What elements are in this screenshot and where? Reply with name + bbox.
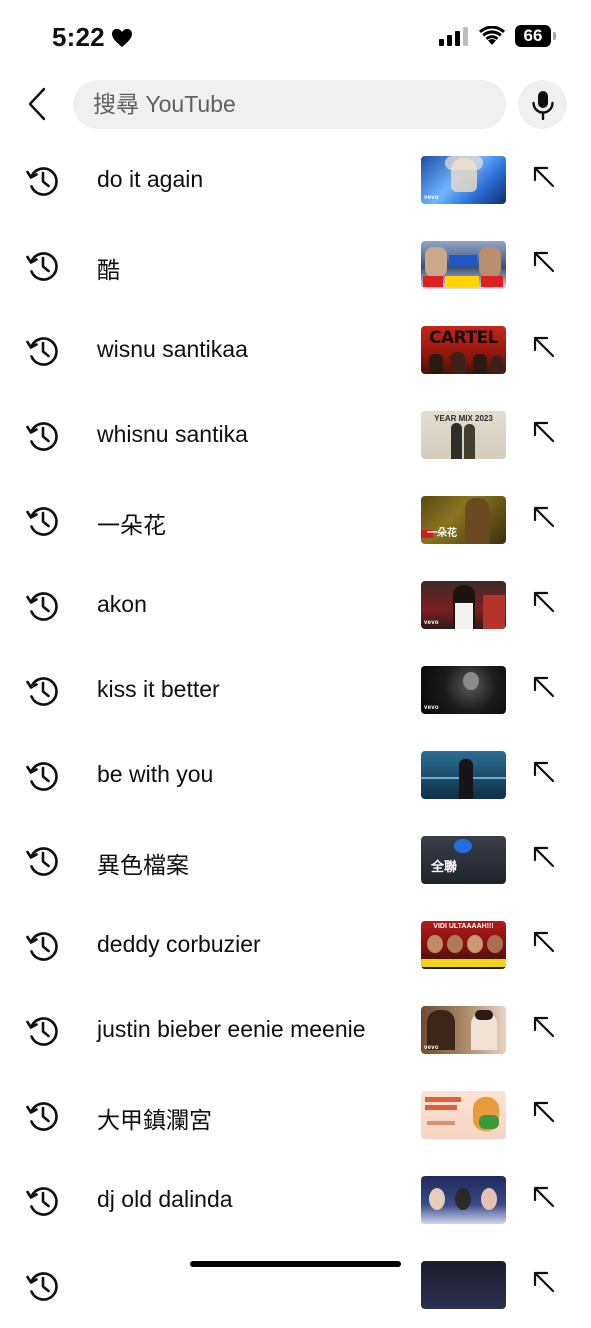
suggestion-text: 大甲鎮瀾宮 xyxy=(97,1107,212,1133)
suggestion-thumbnail xyxy=(421,1261,506,1309)
fill-query-arrow-icon[interactable] xyxy=(531,844,557,870)
fill-query-arrow-icon[interactable] xyxy=(531,504,557,530)
suggestion-thumbnail xyxy=(421,751,506,799)
history-icon xyxy=(26,337,58,366)
suggestion-row[interactable]: deddy corbuzier VIDI ULTAAAAH!!! xyxy=(0,903,591,988)
home-indicator[interactable] xyxy=(190,1261,401,1267)
fill-query-arrow-icon[interactable] xyxy=(531,1184,557,1210)
search-header xyxy=(0,76,591,134)
history-icon xyxy=(26,1187,58,1216)
suggestion-thumbnail: CARTEL xyxy=(421,326,506,374)
suggestion-text: 一朵花 xyxy=(97,512,166,538)
history-icon xyxy=(26,762,58,791)
back-button[interactable] xyxy=(22,84,52,124)
clock-text: 5:22 xyxy=(52,22,105,52)
suggestion-row[interactable]: 大甲鎮瀾宮 xyxy=(0,1073,591,1158)
suggestion-thumbnail xyxy=(421,241,506,289)
wifi-icon xyxy=(479,26,505,45)
thumbnail-label: vevo xyxy=(424,1045,439,1051)
suggestion-row[interactable]: justin bieber eenie meenie vevo xyxy=(0,988,591,1073)
status-time: 5:22 xyxy=(52,22,133,53)
suggestion-row[interactable]: akon vevo xyxy=(0,563,591,648)
suggestion-text: whisnu santika xyxy=(97,421,248,447)
search-input[interactable] xyxy=(91,90,495,119)
suggestion-thumbnail: vevo xyxy=(421,156,506,204)
suggestion-text: wisnu santikaa xyxy=(97,336,248,362)
fill-query-arrow-icon[interactable] xyxy=(531,674,557,700)
fill-query-arrow-icon[interactable] xyxy=(531,164,557,190)
fill-query-arrow-icon[interactable] xyxy=(531,759,557,785)
suggestion-text: deddy corbuzier xyxy=(97,931,261,957)
fill-query-arrow-icon[interactable] xyxy=(531,249,557,275)
suggestion-thumbnail: VIDI ULTAAAAH!!! xyxy=(421,921,506,969)
cellular-signal-icon xyxy=(439,27,468,46)
thumbnail-title: VIDI ULTAAAAH!!! xyxy=(433,923,494,930)
history-icon xyxy=(26,677,58,706)
fill-query-arrow-icon[interactable] xyxy=(531,1014,557,1040)
suggestion-text: kiss it better xyxy=(97,676,220,702)
suggestion-text: 異色檔案 xyxy=(97,852,189,878)
heart-icon xyxy=(111,28,132,47)
fill-query-arrow-icon[interactable] xyxy=(531,589,557,615)
battery-level: 66 xyxy=(523,26,543,45)
thumbnail-label: vevo xyxy=(424,705,439,711)
suggestion-row[interactable] xyxy=(0,1243,591,1328)
suggestion-row[interactable]: dj old dalinda xyxy=(0,1158,591,1243)
thumbnail-title: YEAR MIX 2023 xyxy=(434,414,493,423)
suggestion-row[interactable]: 酷 xyxy=(0,223,591,308)
battery-indicator: 66 xyxy=(515,25,556,47)
history-icon xyxy=(26,592,58,621)
search-box[interactable] xyxy=(73,80,506,129)
fill-query-arrow-icon[interactable] xyxy=(531,1099,557,1125)
thumbnail-title: CARTEL xyxy=(428,328,499,348)
suggestion-thumbnail xyxy=(421,1091,506,1139)
suggestion-row[interactable]: kiss it better vevo xyxy=(0,648,591,733)
suggestion-row[interactable]: 一朵花 一朵花 xyxy=(0,478,591,563)
history-icon xyxy=(26,252,58,281)
suggestion-text: be with you xyxy=(97,761,214,787)
suggestion-text: dj old dalinda xyxy=(97,1186,233,1212)
suggestion-row[interactable]: be with you xyxy=(0,733,591,818)
fill-query-arrow-icon[interactable] xyxy=(531,419,557,445)
suggestion-thumbnail: vevo xyxy=(421,581,506,629)
suggestion-thumbnail: 一朵花 xyxy=(421,496,506,544)
microphone-icon xyxy=(531,90,554,120)
history-icon xyxy=(26,847,58,876)
fill-query-arrow-icon[interactable] xyxy=(531,334,557,360)
history-icon xyxy=(26,167,58,196)
thumbnail-label: vevo xyxy=(424,620,439,626)
search-suggestions-list: do it again vevo 酷 wisnu santikaa CARTEL… xyxy=(0,138,591,1328)
history-icon xyxy=(26,1102,58,1131)
suggestion-thumbnail: YEAR MIX 2023 xyxy=(421,411,506,459)
history-icon xyxy=(26,1017,58,1046)
suggestion-text: justin bieber eenie meenie xyxy=(97,1016,366,1042)
thumbnail-title: 全聯 xyxy=(431,859,458,874)
history-icon xyxy=(26,507,58,536)
fill-query-arrow-icon[interactable] xyxy=(531,1269,557,1295)
voice-search-button[interactable] xyxy=(518,80,567,129)
suggestion-thumbnail: 全聯 xyxy=(421,836,506,884)
suggestion-text: do it again xyxy=(97,166,204,192)
suggestion-text: 酷 xyxy=(97,257,120,283)
chevron-left-icon xyxy=(28,87,46,121)
suggestion-thumbnail: vevo xyxy=(421,666,506,714)
suggestion-row[interactable]: 異色檔案 全聯 xyxy=(0,818,591,903)
status-bar: 5:22 66 xyxy=(0,0,591,70)
suggestion-row[interactable]: do it again vevo xyxy=(0,138,591,223)
thumbnail-label: vevo xyxy=(424,195,439,201)
fill-query-arrow-icon[interactable] xyxy=(531,929,557,955)
history-icon xyxy=(26,422,58,451)
history-icon xyxy=(26,1272,58,1301)
suggestion-text: akon xyxy=(97,591,147,617)
suggestion-thumbnail: vevo xyxy=(421,1006,506,1054)
status-indicators: 66 xyxy=(439,25,556,47)
thumbnail-title: 一朵花 xyxy=(427,528,457,539)
suggestion-row[interactable]: whisnu santika YEAR MIX 2023 xyxy=(0,393,591,478)
history-icon xyxy=(26,932,58,961)
suggestion-thumbnail xyxy=(421,1176,506,1224)
suggestion-row[interactable]: wisnu santikaa CARTEL xyxy=(0,308,591,393)
